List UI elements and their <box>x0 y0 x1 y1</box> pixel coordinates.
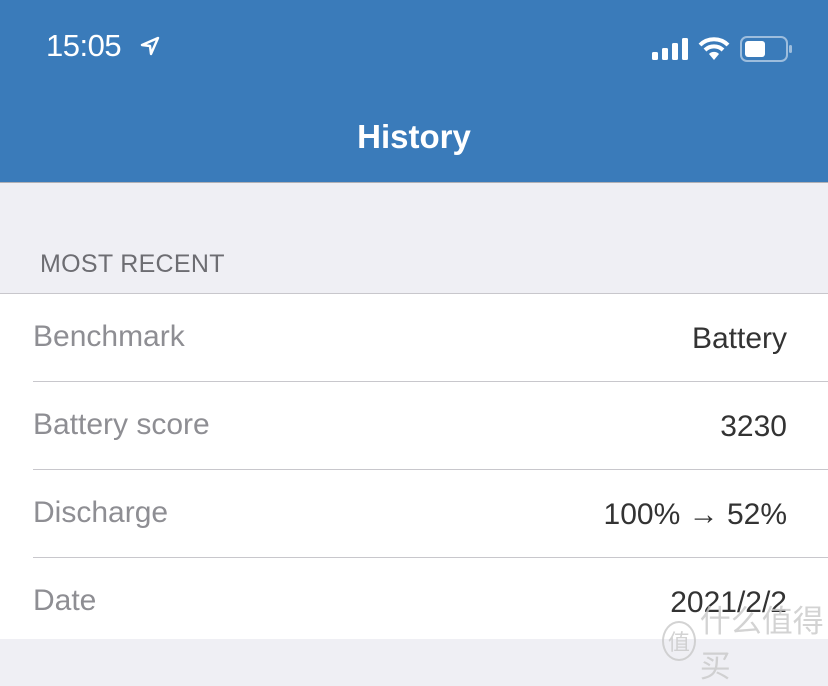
nav-header: 15:05 History <box>0 0 828 182</box>
header-divider <box>0 182 828 183</box>
list-item[interactable]: Discharge 100% → 52% <box>33 470 828 558</box>
row-value: Battery <box>691 322 787 355</box>
row-label: Benchmark <box>33 320 185 353</box>
watermark: 值什么值得买 <box>662 596 828 686</box>
location-arrow-icon <box>140 36 160 56</box>
row-label: Battery score <box>33 408 210 441</box>
row-value: 3230 <box>720 410 787 443</box>
wifi-icon <box>698 37 730 60</box>
section-header: MOST RECENT <box>40 250 225 278</box>
list-item[interactable]: Battery score 3230 <box>33 382 828 470</box>
watermark-text: 什么值得买 <box>699 604 824 684</box>
signal-icon <box>652 38 688 60</box>
battery-icon <box>740 36 792 62</box>
watermark-logo: 值 <box>662 621 696 661</box>
history-list: Benchmark Battery Battery score 3230 Disch… <box>0 293 828 639</box>
list-item[interactable]: Benchmark Battery <box>33 294 828 382</box>
row-label: Discharge <box>33 496 169 529</box>
row-label: Date <box>33 584 97 617</box>
row-value: 100% → 52% <box>603 498 787 531</box>
status-time: 15:05 <box>46 28 122 63</box>
page-title: History <box>357 118 471 155</box>
